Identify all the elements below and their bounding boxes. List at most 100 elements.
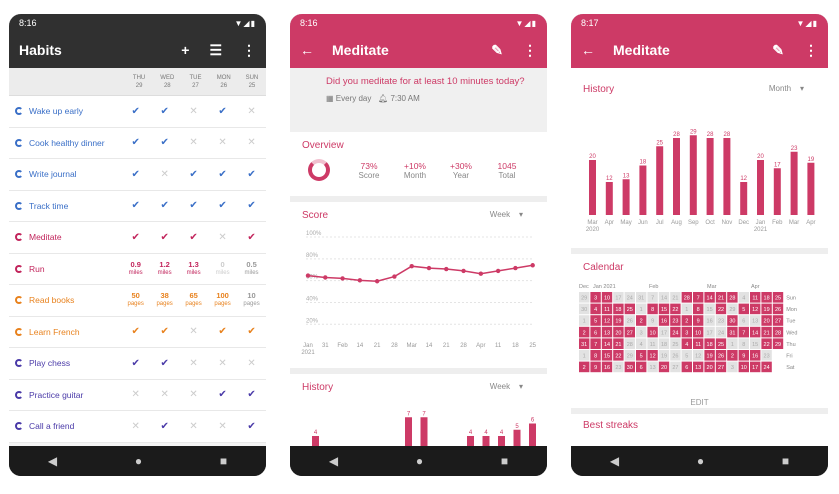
habit-row[interactable]: Write journal ✔ ✕ ✔ ✔ ✔	[9, 159, 266, 191]
habit-row[interactable]: Practice guitar ✕ ✕ ✕ ✔ ✔	[9, 379, 266, 411]
filter-icon[interactable]: ☰	[209, 42, 222, 59]
numeric-entry[interactable]: 10 pages	[237, 291, 266, 309]
habit-name[interactable]: Learn French	[9, 327, 121, 337]
habit-name[interactable]: Read books	[9, 295, 121, 305]
check-icon[interactable]: ✔	[208, 201, 237, 211]
check-icon[interactable]: ✔	[208, 106, 237, 116]
check-icon[interactable]: ✔	[121, 138, 150, 148]
check-icon[interactable]: ✔	[150, 358, 179, 368]
check-icon[interactable]: ✔	[150, 421, 179, 431]
habit-row[interactable]: Read books 50 pages 38 pages 65 pages 100 pages 1…	[9, 285, 266, 317]
cross-icon[interactable]: ✕	[208, 138, 237, 148]
cross-icon[interactable]: ✕	[179, 390, 208, 400]
cross-icon[interactable]: ✕	[179, 138, 208, 148]
check-icon[interactable]: ✔	[237, 201, 266, 211]
check-icon[interactable]: ✔	[208, 390, 237, 400]
cross-icon[interactable]: ✕	[179, 327, 208, 337]
cross-icon[interactable]: ✕	[208, 232, 237, 242]
check-icon[interactable]: ✔	[121, 327, 150, 337]
habit-row[interactable]: Meditate ✔ ✔ ✔ ✕ ✔	[9, 222, 266, 254]
home-nav-icon[interactable]: ●	[135, 454, 142, 468]
recents-nav-icon[interactable]: ■	[501, 454, 508, 468]
check-icon[interactable]: ✔	[179, 169, 208, 179]
cross-icon[interactable]: ✕	[208, 421, 237, 431]
cross-icon[interactable]: ✕	[237, 358, 266, 368]
numeric-entry[interactable]: 0.5 miles	[237, 260, 266, 278]
overflow-menu-icon[interactable]: ⋮	[523, 42, 537, 59]
check-icon[interactable]: ✔	[150, 201, 179, 211]
history-period-select[interactable]: Week ▾	[490, 382, 523, 391]
back-nav-icon[interactable]: ◀	[329, 454, 338, 468]
check-icon[interactable]: ✔	[237, 169, 266, 179]
history-month-select[interactable]: Month ▾	[769, 84, 804, 93]
cross-icon[interactable]: ✕	[121, 421, 150, 431]
cross-icon[interactable]: ✕	[179, 358, 208, 368]
habit-row[interactable]: Call a friend ✕ ✔ ✕ ✕ ✔	[9, 411, 266, 443]
edit-pencil-icon[interactable]: ✎	[491, 42, 503, 59]
habit-row[interactable]: Track time ✔ ✔ ✔ ✔ ✔	[9, 190, 266, 222]
back-nav-icon[interactable]: ◀	[48, 454, 57, 468]
habit-name[interactable]: Run	[9, 264, 121, 274]
overflow-menu-icon[interactable]: ⋮	[242, 42, 256, 59]
numeric-entry[interactable]: 100 pages	[208, 291, 237, 309]
cross-icon[interactable]: ✕	[179, 421, 208, 431]
habit-row[interactable]: Learn French ✔ ✔ ✕ ✔ ✔	[9, 316, 266, 348]
cross-icon[interactable]: ✕	[208, 358, 237, 368]
check-icon[interactable]: ✔	[150, 138, 179, 148]
back-arrow-icon[interactable]: ←	[300, 42, 314, 58]
cross-icon[interactable]: ✕	[150, 169, 179, 179]
check-icon[interactable]: ✔	[150, 106, 179, 116]
score-period-select[interactable]: Week ▾	[490, 210, 523, 219]
check-icon[interactable]: ✔	[121, 106, 150, 116]
habit-name[interactable]: Practice guitar	[9, 390, 121, 400]
habit-name[interactable]: Wake up early	[9, 106, 121, 116]
numeric-entry[interactable]: 1.3 miles	[179, 260, 208, 278]
numeric-entry[interactable]: 50 pages	[121, 291, 150, 309]
numeric-entry[interactable]: 0 miles	[208, 260, 237, 278]
home-nav-icon[interactable]: ●	[416, 454, 423, 468]
check-icon[interactable]: ✔	[121, 232, 150, 242]
habit-name[interactable]: Meditate	[9, 232, 121, 242]
cross-icon[interactable]: ✕	[150, 390, 179, 400]
check-icon[interactable]: ✔	[150, 327, 179, 337]
habit-row[interactable]: Wake up early ✔ ✔ ✕ ✔ ✕	[9, 96, 266, 128]
check-icon[interactable]: ✔	[179, 201, 208, 211]
cross-icon[interactable]: ✕	[237, 138, 266, 148]
check-icon[interactable]: ✔	[179, 232, 208, 242]
check-icon[interactable]: ✔	[208, 327, 237, 337]
edit-pencil-icon[interactable]: ✎	[772, 42, 784, 59]
habit-row[interactable]: Play chess ✔ ✔ ✕ ✕ ✕	[9, 348, 266, 380]
cross-icon[interactable]: ✕	[237, 106, 266, 116]
check-icon[interactable]: ✔	[121, 201, 150, 211]
back-arrow-icon[interactable]: ←	[581, 42, 595, 58]
check-icon[interactable]: ✔	[121, 358, 150, 368]
habit-name[interactable]: Write journal	[9, 169, 121, 179]
habit-name[interactable]: Cook healthy dinner	[9, 138, 121, 148]
habit-row[interactable]: Cook healthy dinner ✔ ✔ ✕ ✕ ✕	[9, 127, 266, 159]
recents-nav-icon[interactable]: ■	[220, 454, 227, 468]
numeric-entry[interactable]: 1.2 miles	[150, 260, 179, 278]
numeric-entry[interactable]: 38 pages	[150, 291, 179, 309]
calendar-day-number: 31	[638, 296, 644, 302]
cross-icon[interactable]: ✕	[179, 106, 208, 116]
check-icon[interactable]: ✔	[237, 390, 266, 400]
edit-button[interactable]: EDIT	[579, 398, 820, 407]
habit-name[interactable]: Call a friend	[9, 421, 121, 431]
home-nav-icon[interactable]: ●	[697, 454, 704, 468]
add-icon[interactable]: +	[181, 42, 189, 58]
overflow-menu-icon[interactable]: ⋮	[804, 42, 818, 59]
habit-name[interactable]: Play chess	[9, 358, 121, 368]
check-icon[interactable]: ✔	[237, 232, 266, 242]
check-icon[interactable]: ✔	[237, 421, 266, 431]
check-icon[interactable]: ✔	[237, 327, 266, 337]
check-icon[interactable]: ✔	[121, 169, 150, 179]
recents-nav-icon[interactable]: ■	[782, 454, 789, 468]
numeric-entry[interactable]: 65 pages	[179, 291, 208, 309]
check-icon[interactable]: ✔	[208, 169, 237, 179]
habit-row[interactable]: Run 0.9 miles 1.2 miles 1.3 miles 0 miles 0.5 mile…	[9, 253, 266, 285]
back-nav-icon[interactable]: ◀	[610, 454, 619, 468]
check-icon[interactable]: ✔	[150, 232, 179, 242]
habit-name[interactable]: Track time	[9, 201, 121, 211]
cross-icon[interactable]: ✕	[121, 390, 150, 400]
numeric-entry[interactable]: 0.9 miles	[121, 260, 150, 278]
